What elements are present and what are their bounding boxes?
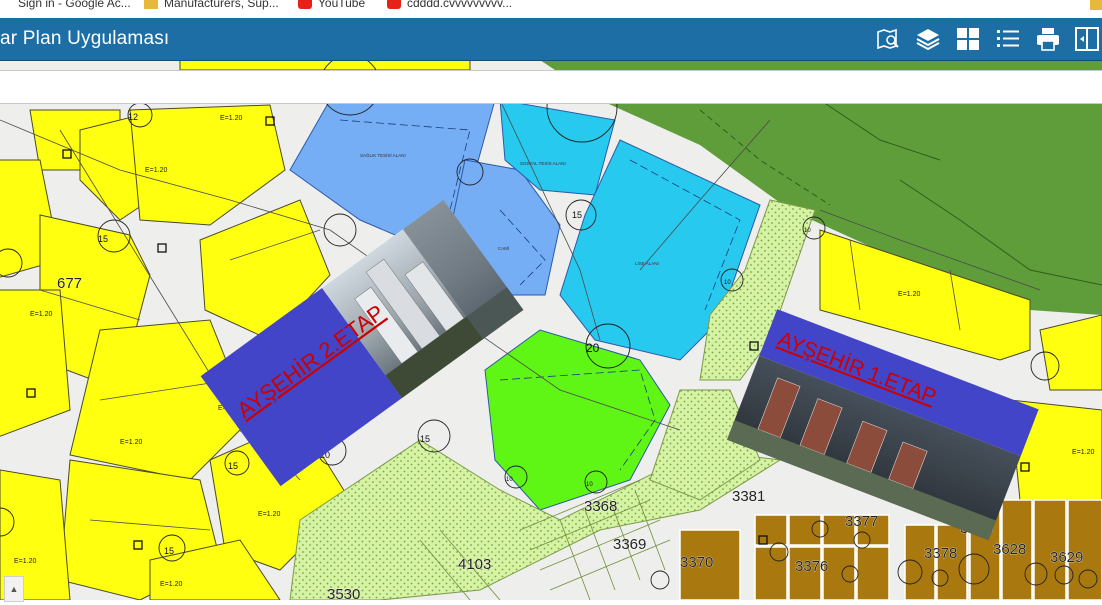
google-icon xyxy=(0,0,12,9)
youtube-icon xyxy=(298,0,312,9)
app-title: ar Plan Uygulaması xyxy=(0,28,170,49)
app-header: ar Plan Uygulaması xyxy=(0,18,1102,61)
road-width: 20 xyxy=(586,341,600,355)
bookmark-item[interactable]: YouTube xyxy=(298,0,365,12)
map-search-button[interactable] xyxy=(872,23,904,55)
bookmark-label: Sign in - Google Ac... xyxy=(18,0,131,10)
e-ratio-label: E=1.20 xyxy=(120,439,142,446)
road-width: 10 xyxy=(506,477,513,483)
print-icon xyxy=(1037,28,1059,51)
scroll-up-button[interactable]: ▲ xyxy=(4,576,24,602)
road-width: 10 xyxy=(804,228,811,234)
road-width: 15 xyxy=(98,234,108,244)
map-info-bar[interactable] xyxy=(0,70,1102,104)
parcel-number: 3381 xyxy=(732,488,765,505)
parcel-number: 3378 xyxy=(924,545,957,562)
e-ratio-label: E=1.20 xyxy=(1072,449,1094,456)
e-ratio-label: E=1.20 xyxy=(30,311,52,318)
parcel-number: 3629 xyxy=(1050,549,1083,566)
bookmarks-bar: Sign in - Google Ac... Manufacturers, Su… xyxy=(0,0,1102,18)
zone-label-school: LİSE ALANI xyxy=(635,260,659,266)
e-ratio-label: E=1.20 xyxy=(14,558,36,565)
map-search-icon xyxy=(877,28,899,50)
parcel-number: 4103 xyxy=(458,556,491,573)
zone-label-mosque: CAMİ xyxy=(498,245,509,251)
bookmark-label: Manufacturers, Sup... xyxy=(164,0,279,10)
folder-icon xyxy=(144,0,158,9)
layers-icon xyxy=(916,29,940,51)
bookmark-label: cdddd.cvvvvvvvvv... xyxy=(407,0,513,10)
road-width: 10 xyxy=(724,280,731,286)
bookmark-label: YouTube xyxy=(318,0,366,10)
legend-list-button[interactable] xyxy=(992,23,1024,55)
parcel-number: 3377 xyxy=(845,513,878,530)
list-icon xyxy=(997,30,1019,47)
zone-label-social: SOSYAL TESİS ALANI xyxy=(520,160,566,166)
e-ratio-label: E=1.20 xyxy=(898,291,920,298)
e-ratio-label: E=1.20 xyxy=(160,581,182,588)
road-width: 15 xyxy=(572,210,582,220)
road-width: 10 xyxy=(586,482,593,488)
e-ratio-label: E=1.20 xyxy=(258,511,280,518)
youtube-icon xyxy=(387,0,401,9)
parcel-number: 677 xyxy=(57,275,82,292)
grid-button[interactable] xyxy=(952,23,984,55)
grid-icon xyxy=(957,28,979,50)
map-canvas[interactable]: SAĞLIK TESİSİ ALANI SOSYAL TESİS ALANI C… xyxy=(0,54,1102,603)
parcel-number: 3376 xyxy=(795,558,828,575)
layers-button[interactable] xyxy=(912,23,944,55)
zone-label-health: SAĞLIK TESİSİ ALANI xyxy=(360,152,406,158)
folder-icon[interactable] xyxy=(1090,0,1102,10)
road-width: 15 xyxy=(228,461,238,471)
bookmark-item[interactable]: cdddd.cvvvvvvvvv... xyxy=(387,0,512,12)
road-width: 15 xyxy=(164,546,174,556)
split-view-button[interactable] xyxy=(1071,23,1102,55)
parcel-number: 3370 xyxy=(680,554,713,571)
print-button[interactable] xyxy=(1032,23,1064,55)
bookmark-item[interactable]: Sign in - Google Ac... xyxy=(0,0,131,12)
road-width: 12 xyxy=(128,112,138,122)
road-width: 15 xyxy=(420,434,430,444)
e-ratio-label: E=1.20 xyxy=(145,167,167,174)
bookmark-item[interactable]: Manufacturers, Sup... xyxy=(144,0,279,12)
parcel-number: 3628 xyxy=(993,541,1026,558)
parcel-number: 3369 xyxy=(613,536,646,553)
parcel-number: 3368 xyxy=(584,498,617,515)
parcel-number: 3530 xyxy=(327,586,360,600)
split-view-icon xyxy=(1075,27,1099,51)
e-ratio-label: E=1.20 xyxy=(220,115,242,122)
